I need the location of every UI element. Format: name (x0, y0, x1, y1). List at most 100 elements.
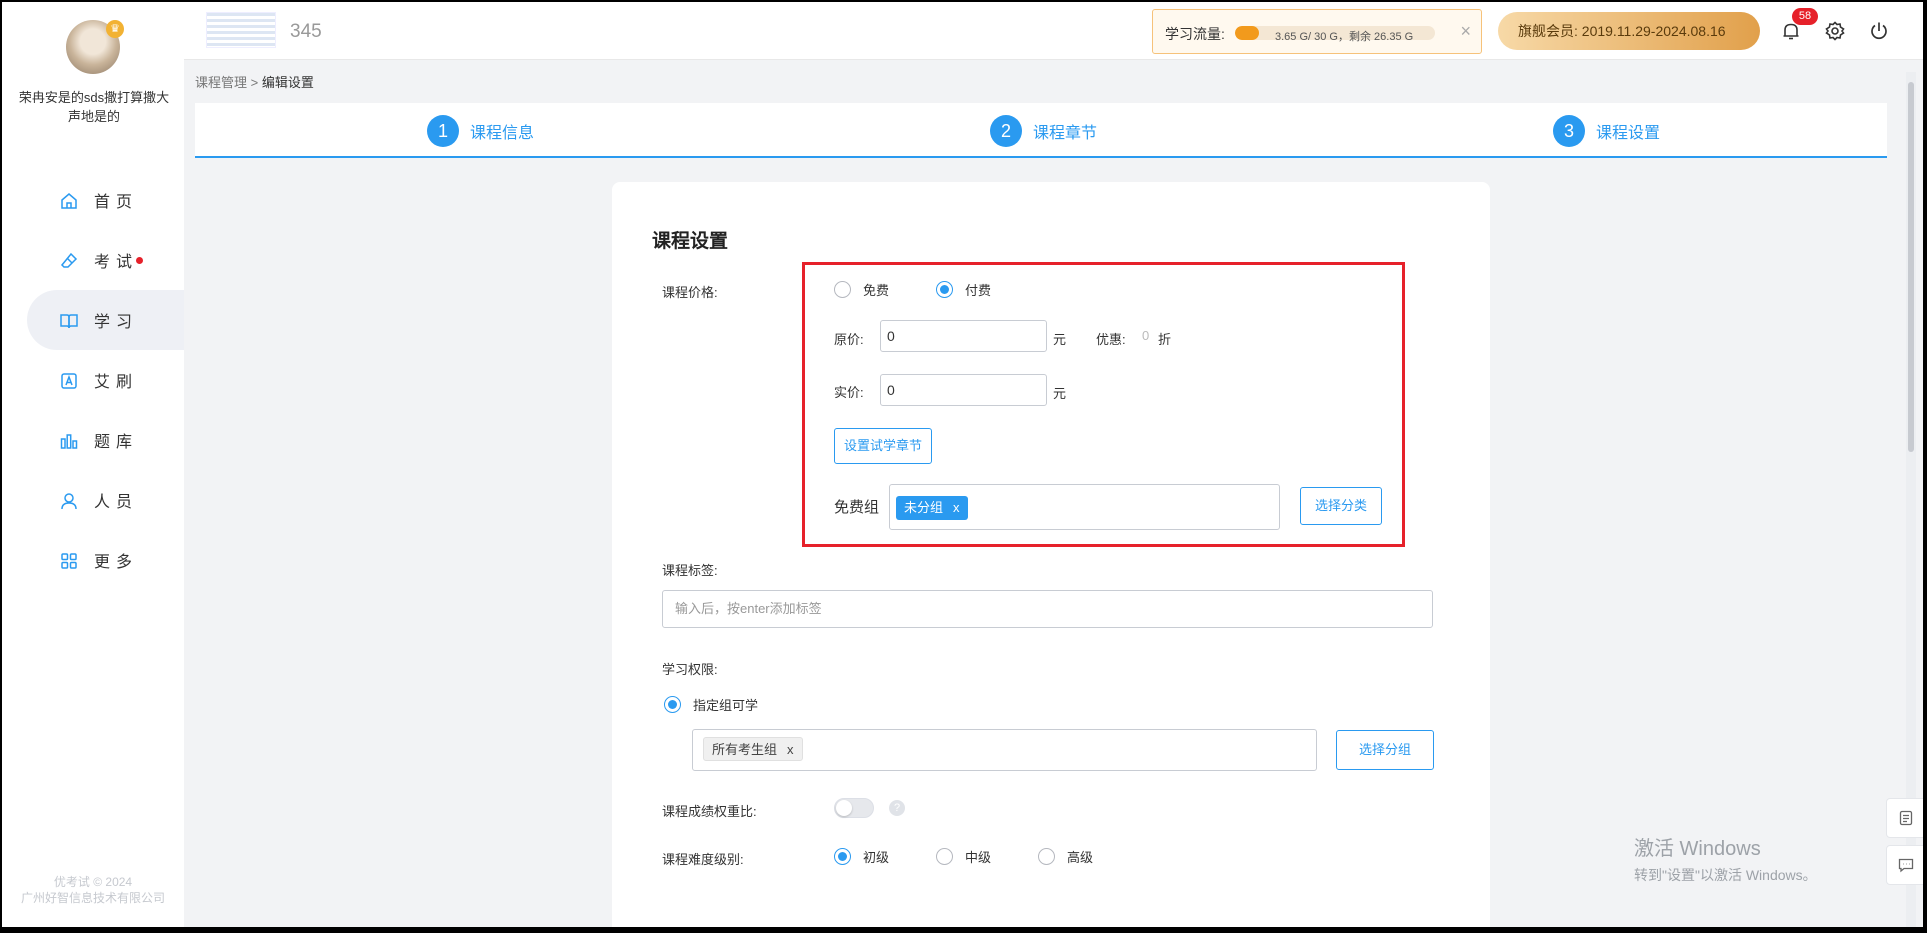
chat-icon (1898, 858, 1914, 873)
top-bar: 345 学习流量: 3.65 G/ 30 G，剩余 26.35 G × 旗舰会员… (184, 2, 1923, 60)
windows-activation-watermark: 激活 Windows 转到"设置"以激活 Windows。 (1634, 838, 1817, 883)
sidebar-item-label: 艾刷 (94, 374, 139, 391)
chat-float-button[interactable] (1886, 845, 1923, 885)
breadcrumb: 课程管理 > 编辑设置 (195, 72, 314, 91)
sidebar-nav: 首页 考试 学习 艾刷 题库 人员 更多 (2, 170, 184, 590)
power-icon[interactable] (1869, 21, 1889, 41)
discount-unit: 折 (1158, 332, 1172, 347)
radio-circle (834, 281, 851, 298)
gear-icon[interactable] (1825, 21, 1845, 41)
sidebar-item-exam[interactable]: 考试 (2, 230, 184, 290)
notes-float-button[interactable] (1886, 798, 1923, 838)
user-name: 荣冉安是的sds撒打算撒大声地是的 (18, 90, 170, 124)
sidebar-item-label: 考试 (94, 254, 139, 271)
notification-count-badge: 58 (1792, 8, 1818, 25)
set-trial-chapters-button[interactable]: 设置试学章节 (834, 428, 932, 464)
settings-card: 课程设置 课程价格: 免费 付费 原价: 0 元 优惠: 0 折 实价: 0 元… (612, 182, 1490, 927)
radio-specified-group[interactable]: 指定组可学 (664, 695, 758, 714)
help-icon[interactable]: ? (889, 800, 905, 816)
choose-category-button[interactable]: 选择分类 (1300, 487, 1382, 525)
sidebar-item-aishua[interactable]: 艾刷 (2, 350, 184, 410)
traffic-label: 学习流量: (1165, 26, 1225, 42)
bars-icon (60, 434, 78, 449)
app-window: ♛ 荣冉安是的sds撒打算撒大声地是的 首页 考试 学习 艾刷 题库 人员 更多… (2, 2, 1923, 927)
step-number: 3 (1553, 115, 1585, 147)
step-course-info[interactable]: 1 课程信息 (427, 115, 534, 147)
document-icon (1899, 810, 1913, 826)
tags-label: 课程标签: (662, 563, 718, 578)
breadcrumb-separator: > (250, 75, 259, 90)
letter-a-icon (61, 373, 77, 389)
book-icon (60, 314, 78, 329)
radio-paid[interactable]: 付费 (936, 280, 991, 299)
tags-input[interactable]: 输入后，按enter添加标签 (662, 590, 1433, 628)
tag-remove-icon[interactable]: x (787, 742, 794, 757)
radio-free[interactable]: 免费 (834, 280, 889, 299)
free-group-label: 免费组 (834, 499, 880, 516)
original-price-label: 原价: (834, 332, 864, 347)
sidebar-item-label: 题库 (94, 434, 139, 451)
radio-circle (1038, 848, 1055, 865)
permission-group-field[interactable]: 所有考生组 x (692, 729, 1317, 771)
radio-difficulty-advanced[interactable]: 高级 (1038, 847, 1093, 866)
radio-difficulty-beginner[interactable]: 初级 (834, 847, 889, 866)
step-number: 1 (427, 115, 459, 147)
traffic-notice: 学习流量: 3.65 G/ 30 G，剩余 26.35 G × (1152, 9, 1482, 54)
radio-circle (936, 848, 953, 865)
unit-label: 元 (1053, 386, 1067, 401)
person-icon (61, 493, 77, 510)
vip-membership-badge[interactable]: 旗舰会员: 2019.11.29-2024.08.16 (1498, 12, 1760, 50)
sidebar-item-study[interactable]: 学习 (27, 290, 184, 350)
score-weight-toggle[interactable] (834, 798, 874, 818)
sidebar-item-people[interactable]: 人员 (2, 470, 184, 530)
discount-label: 优惠: (1096, 332, 1126, 347)
traffic-text: 3.65 G/ 30 G，剩余 26.35 G (1275, 31, 1414, 43)
difficulty-label: 课程难度级别: (662, 852, 744, 867)
original-price-input[interactable]: 0 (880, 320, 1047, 352)
step-label: 课程设置 (1596, 125, 1661, 142)
eraser-icon (60, 252, 78, 268)
group-tag: 未分组 x (896, 496, 968, 520)
page-title: 课程设置 (652, 231, 729, 252)
step-number: 2 (990, 115, 1022, 147)
sidebar-item-label: 人员 (94, 494, 139, 511)
copyright: 优考试 © 2024 广州好智信息技术有限公司 (20, 875, 165, 905)
radio-difficulty-intermediate[interactable]: 中级 (936, 847, 991, 866)
traffic-progress-fill (1235, 26, 1260, 40)
choose-group-button[interactable]: 选择分组 (1336, 730, 1434, 770)
tag-remove-icon[interactable]: x (953, 500, 960, 515)
price-label: 课程价格: (662, 285, 718, 300)
discount-value: 0 (1142, 328, 1150, 343)
step-label: 课程信息 (470, 125, 535, 142)
step-course-settings[interactable]: 3 课程设置 (1553, 115, 1660, 147)
sidebar: ♛ 荣冉安是的sds撒打算撒大声地是的 首页 考试 学习 艾刷 题库 人员 更多… (2, 2, 184, 927)
actual-price-input[interactable]: 0 (880, 374, 1047, 406)
actual-price-label: 实价: (834, 385, 864, 400)
sidebar-item-label: 更多 (94, 554, 139, 571)
group-tag: 所有考生组 x (703, 737, 803, 761)
sidebar-item-label: 首页 (94, 194, 139, 211)
scrollbar-thumb[interactable] (1908, 82, 1914, 452)
top-number: 345 (290, 21, 322, 42)
step-label: 课程章节 (1033, 125, 1098, 142)
free-group-field[interactable]: 未分组 x (889, 484, 1280, 530)
step-tabs: 1 课程信息 2 课程章节 3 课程设置 (195, 103, 1887, 158)
sidebar-item-home[interactable]: 首页 (2, 170, 184, 230)
score-weight-label: 课程成绩权重比: (662, 804, 757, 819)
grid-icon (61, 553, 77, 569)
logo-thumbnail (206, 12, 276, 48)
unread-dot (136, 256, 144, 264)
sidebar-item-label: 学习 (94, 314, 139, 331)
breadcrumb-current: 编辑设置 (261, 75, 314, 90)
breadcrumb-parent[interactable]: 课程管理 (195, 75, 247, 90)
permission-label: 学习权限: (662, 662, 718, 677)
close-icon[interactable]: × (1460, 21, 1471, 42)
sidebar-item-question-bank[interactable]: 题库 (2, 410, 184, 470)
radio-circle (664, 696, 681, 713)
unit-label: 元 (1053, 332, 1067, 347)
home-icon (61, 193, 77, 209)
step-course-chapters[interactable]: 2 课程章节 (990, 115, 1097, 147)
sidebar-item-more[interactable]: 更多 (2, 530, 184, 590)
crown-icon: ♛ (106, 20, 124, 38)
radio-circle (834, 848, 851, 865)
